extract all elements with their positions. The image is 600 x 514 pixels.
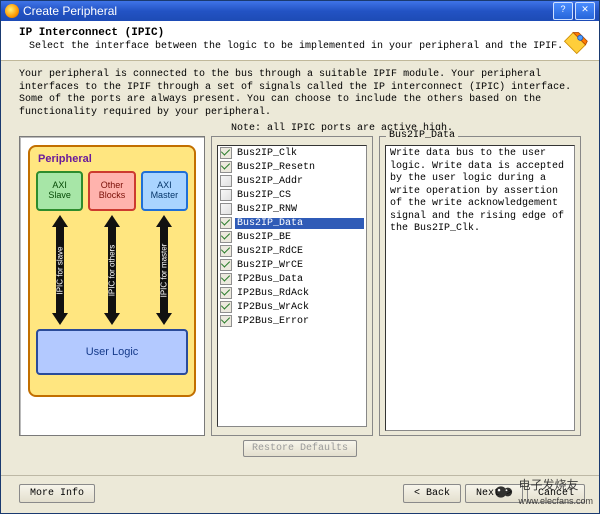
port-name-label: Bus2IP_RNW xyxy=(235,204,364,215)
port-name-label: IP2Bus_WrAck xyxy=(235,302,364,313)
port-name-label: Bus2IP_Clk xyxy=(235,148,364,159)
ports-group: Bus2IP_Clk Bus2IP_Resetn Bus2IP_Addr Bus2IP… xyxy=(211,136,373,436)
more-info-button[interactable]: More Info xyxy=(19,484,95,503)
port-name-label: Bus2IP_CS xyxy=(235,190,364,201)
port-item[interactable]: IP2Bus_Data xyxy=(218,272,366,286)
port-item[interactable]: IP2Bus_Error xyxy=(218,314,366,328)
close-button[interactable]: ✕ xyxy=(575,2,595,20)
port-item[interactable]: Bus2IP_Resetn xyxy=(218,160,366,174)
port-name-label: IP2Bus_Data xyxy=(235,274,364,285)
block-user-logic: User Logic xyxy=(36,329,188,375)
cancel-button[interactable]: Cancel xyxy=(527,484,585,503)
port-item[interactable]: Bus2IP_BE xyxy=(218,230,366,244)
port-item[interactable]: Bus2IP_Data xyxy=(218,216,366,230)
port-item[interactable]: IP2Bus_RdAck xyxy=(218,286,366,300)
port-item[interactable]: IP2Bus_WrAck xyxy=(218,300,366,314)
port-item[interactable]: Bus2IP_RNW xyxy=(218,202,366,216)
next-button[interactable]: Next > xyxy=(465,484,523,503)
port-name-label: Bus2IP_Resetn xyxy=(235,162,364,173)
port-checkbox xyxy=(220,147,232,159)
help-button[interactable]: ? xyxy=(553,2,573,20)
port-checkbox xyxy=(220,315,232,327)
bottom-bar: More Info < Back Next > Cancel xyxy=(1,475,599,513)
port-name-label: Bus2IP_WrCE xyxy=(235,260,364,271)
ports-list[interactable]: Bus2IP_Clk Bus2IP_Resetn Bus2IP_Addr Bus2IP… xyxy=(217,145,367,427)
port-name-label: Bus2IP_Data xyxy=(235,218,364,229)
port-item[interactable]: Bus2IP_Addr xyxy=(218,174,366,188)
port-checkbox xyxy=(220,287,232,299)
port-name-label: Bus2IP_Addr xyxy=(235,176,364,187)
arrow-ipic-master: IPIC for master xyxy=(141,215,188,325)
port-checkbox xyxy=(220,259,232,271)
port-checkbox[interactable] xyxy=(220,175,232,187)
port-name-label: IP2Bus_Error xyxy=(235,316,364,327)
port-desc-group: Bus2IP_Data Write data bus to the user l… xyxy=(379,136,581,436)
restore-defaults-button[interactable]: Restore Defaults xyxy=(243,440,357,457)
arrow-label-slave: IPIC for slave xyxy=(55,246,64,294)
port-item[interactable]: Bus2IP_RdCE xyxy=(218,244,366,258)
port-checkbox[interactable] xyxy=(220,203,232,215)
port-desc-text: Write data bus to the user logic. Write … xyxy=(385,145,575,431)
titlebar: Create Peripheral ? ✕ xyxy=(1,1,599,21)
header-band: IP Interconnect (IPIC) Select the interf… xyxy=(1,21,599,61)
ipic-header-icon xyxy=(561,29,589,57)
block-axi-master: AXI Master xyxy=(141,171,188,211)
page-title: IP Interconnect (IPIC) xyxy=(19,27,589,39)
back-button[interactable]: < Back xyxy=(403,484,461,503)
port-checkbox xyxy=(220,273,232,285)
diagram-title: Peripheral xyxy=(38,153,188,165)
diagram-panel: Peripheral AXI Slave Other Blocks AXI Ma… xyxy=(19,136,205,436)
peripheral-diagram: Peripheral AXI Slave Other Blocks AXI Ma… xyxy=(28,145,196,397)
port-name-label: Bus2IP_BE xyxy=(235,232,364,243)
port-item[interactable]: Bus2IP_WrCE xyxy=(218,258,366,272)
port-desc-group-label: Bus2IP_Data xyxy=(386,130,458,141)
dialog-window: Create Peripheral ? ✕ IP Interconnect (I… xyxy=(0,0,600,514)
arrow-label-others: IPIC for others xyxy=(107,244,116,296)
block-axi-slave: AXI Slave xyxy=(36,171,83,211)
port-checkbox xyxy=(220,231,232,243)
block-other: Other Blocks xyxy=(88,171,135,211)
arrow-ipic-others: IPIC for others xyxy=(88,215,135,325)
port-checkbox xyxy=(220,245,232,257)
page-subtitle: Select the interface between the logic t… xyxy=(29,41,589,52)
port-checkbox xyxy=(220,161,232,173)
app-icon xyxy=(5,4,19,18)
port-name-label: IP2Bus_RdAck xyxy=(235,288,364,299)
window-title: Create Peripheral xyxy=(23,4,117,18)
port-checkbox[interactable] xyxy=(220,189,232,201)
port-name-label: Bus2IP_RdCE xyxy=(235,246,364,257)
port-item[interactable]: Bus2IP_Clk xyxy=(218,146,366,160)
note-text: Note: all IPIC ports are active high. xyxy=(1,123,599,136)
port-checkbox xyxy=(220,217,232,229)
arrow-ipic-slave: IPIC for slave xyxy=(36,215,83,325)
port-item[interactable]: Bus2IP_CS xyxy=(218,188,366,202)
arrow-label-master: IPIC for master xyxy=(160,243,169,297)
port-checkbox xyxy=(220,301,232,313)
description-text: Your peripheral is connected to the bus … xyxy=(1,61,599,123)
